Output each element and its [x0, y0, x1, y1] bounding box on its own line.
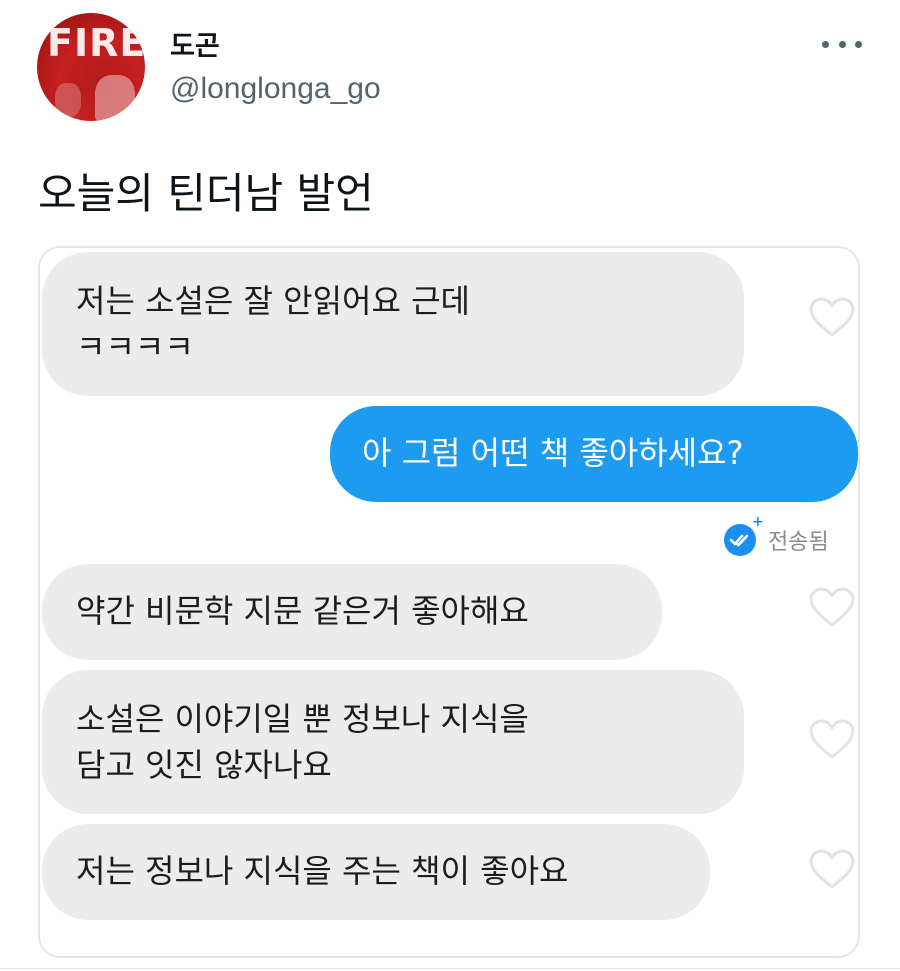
avatar-figure-shape: [95, 75, 135, 121]
tweet-media-image[interactable]: 저는 소설은 잘 안읽어요 근데 ㅋㅋㅋㅋ 아 그럼 어떤 책 좋아하세요? +…: [38, 246, 860, 958]
sent-status-label: 전송됨: [768, 530, 829, 555]
message-text: 소설은 이야기일 뿐 정보나 지식을 담고 잇진 않자나요: [76, 700, 529, 784]
dot-icon: [838, 40, 846, 48]
dot-icon: [822, 40, 829, 48]
message-text: 아 그럼 어떤 책 좋아하세요?: [362, 434, 744, 472]
tweet-text: 오늘의 틴더남 발언: [38, 169, 374, 218]
avatar-logo-text: FIRE: [47, 21, 145, 65]
plus-icon: +: [752, 514, 764, 530]
heart-icon[interactable]: [808, 718, 856, 760]
dot-icon: [855, 40, 862, 48]
more-options-icon[interactable]: [822, 36, 862, 52]
message-text: 저는 소설은 잘 안읽어요 근데 ㅋㅋㅋㅋ: [76, 282, 470, 366]
chat-message-sent: 아 그럼 어떤 책 좋아하세요?: [330, 406, 858, 502]
chat-message-received: 소설은 이야기일 뿐 정보나 지식을 담고 잇진 않자나요: [42, 670, 744, 814]
chat-message-received: 저는 소설은 잘 안읽어요 근데 ㅋㅋㅋㅋ: [42, 252, 744, 396]
heart-icon[interactable]: [808, 848, 856, 890]
display-name[interactable]: 도곤: [170, 24, 220, 63]
divider: [0, 968, 900, 969]
avatar[interactable]: FIRE: [37, 13, 145, 121]
avatar-figure-shape: [55, 83, 81, 117]
message-text: 약간 비문학 지문 같은거 좋아해요: [76, 592, 529, 630]
double-check-icon: +: [724, 514, 764, 556]
message-text: 저는 정보나 지식을 주는 책이 좋아요: [76, 852, 569, 890]
chat-message-received: 약간 비문학 지문 같은거 좋아해요: [42, 564, 662, 660]
user-handle[interactable]: @longlonga_go: [170, 72, 381, 106]
chat-message-received: 저는 정보나 지식을 주는 책이 좋아요: [42, 824, 710, 920]
heart-icon[interactable]: [808, 296, 856, 338]
heart-icon[interactable]: [808, 586, 856, 628]
tweet-page: FIRE 도곤 @longlonga_go 오늘의 틴더남 발언 저는 소설은 …: [0, 0, 900, 971]
sent-status: + 전송됨: [724, 514, 829, 560]
